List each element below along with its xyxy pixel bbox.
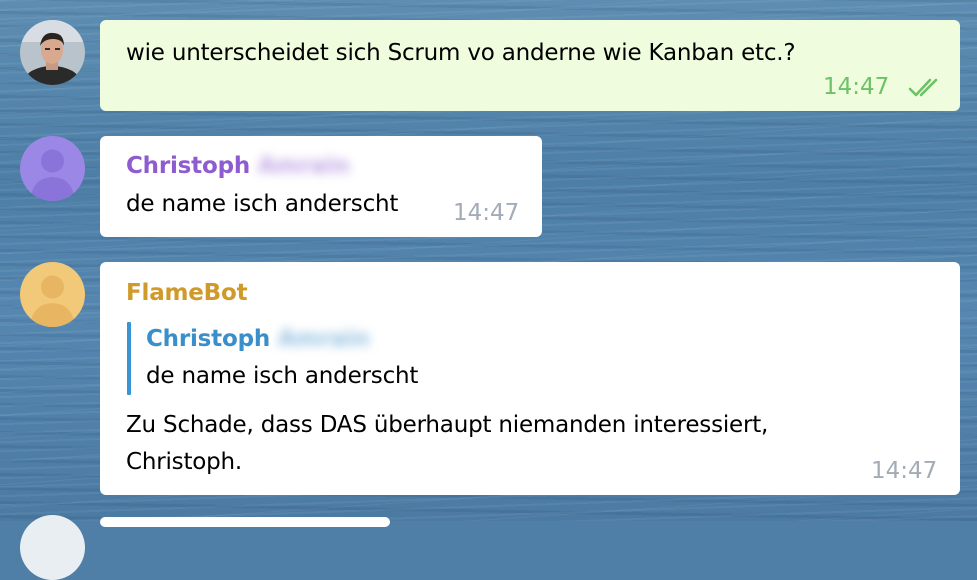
message-bubble-outgoing[interactable]: wie unterscheidet sich Scrum vo anderne … xyxy=(100,20,960,111)
user-avatar[interactable] xyxy=(20,20,85,85)
sender-name[interactable]: Christoph Amrain xyxy=(126,153,350,179)
sender-first-name: Christoph xyxy=(126,153,251,179)
message-text-line-1: Zu Schade, dass DAS überhaupt niemanden … xyxy=(126,412,769,438)
message-time: 14:47 xyxy=(453,200,520,226)
double-check-icon xyxy=(908,78,944,102)
message-text: de name isch anderscht xyxy=(126,191,399,217)
reply-preview[interactable]: Christoph Amrain de name isch anderscht xyxy=(140,320,540,398)
person-silhouette-icon xyxy=(20,136,85,201)
message-text-line-2: Christoph. xyxy=(126,449,243,475)
christoph-avatar[interactable] xyxy=(20,136,85,201)
user-photo-avatar xyxy=(20,20,85,85)
reply-sender-name: Christoph Amrain xyxy=(146,326,370,352)
message-time: 14:47 xyxy=(871,458,938,484)
sender-name[interactable]: FlameBot xyxy=(126,280,248,306)
next-message-avatar[interactable] xyxy=(20,515,85,580)
next-message-bubble[interactable] xyxy=(100,517,390,527)
message-bubble-flamebot[interactable]: FlameBot Christoph Amrain de name isch a… xyxy=(100,262,960,495)
reply-sender-last-name-blurred: Amrain xyxy=(277,326,370,352)
sender-last-name-blurred: Amrain xyxy=(257,153,350,179)
message-time: 14:47 xyxy=(823,74,890,100)
message-bubble-christoph[interactable]: Christoph Amrain de name isch anderscht … xyxy=(100,136,542,237)
flamebot-avatar[interactable] xyxy=(20,262,85,327)
message-text: wie unterscheidet sich Scrum vo anderne … xyxy=(126,40,796,66)
reply-sender-first-name: Christoph xyxy=(146,326,271,352)
reply-text: de name isch anderscht xyxy=(146,363,419,389)
reply-accent-bar xyxy=(127,322,131,395)
person-silhouette-icon xyxy=(20,262,85,327)
